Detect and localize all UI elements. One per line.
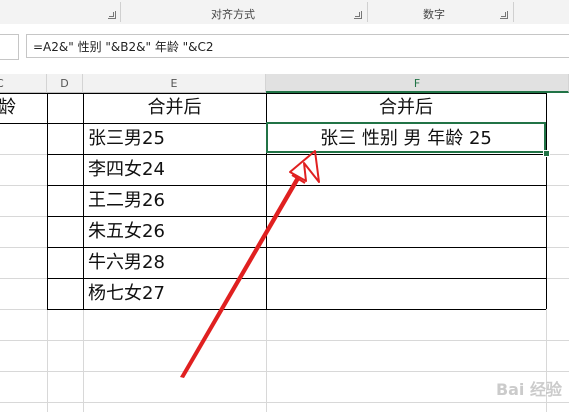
cell-e7[interactable]: 杨七女27 bbox=[88, 279, 165, 309]
header-cell-f[interactable]: 合并后 bbox=[266, 93, 546, 123]
baidu-watermark: Bai 经验 bbox=[468, 352, 568, 408]
watermark-text: Bai 经验 bbox=[495, 380, 562, 399]
alignment-dialog-launcher-icon[interactable] bbox=[354, 11, 362, 19]
number-dialog-launcher-icon[interactable] bbox=[500, 11, 508, 19]
ribbon-group-labels: 对齐方式 数字 bbox=[0, 0, 569, 25]
gridline bbox=[0, 247, 47, 248]
selected-cell-outline bbox=[266, 122, 546, 153]
gridline bbox=[0, 309, 47, 310]
gridline bbox=[546, 278, 569, 279]
gridline bbox=[546, 247, 569, 248]
gridline bbox=[0, 340, 569, 341]
formula-input[interactable]: =A2&" 性别 "&B2&" 年龄 "&C2 bbox=[26, 34, 569, 58]
column-header-label: C bbox=[0, 74, 4, 93]
cell-e5[interactable]: 朱五女26 bbox=[88, 217, 165, 247]
cell-e3[interactable]: 李四女24 bbox=[88, 155, 165, 185]
gridline bbox=[0, 278, 47, 279]
ribbon-separator bbox=[367, 2, 368, 22]
cell-e4[interactable]: 王二男26 bbox=[88, 186, 165, 216]
table-border bbox=[47, 93, 48, 309]
gridline bbox=[0, 216, 47, 217]
gridline bbox=[546, 185, 569, 186]
header-cell-c-partial[interactable]: 龄 bbox=[0, 93, 47, 123]
cell-e2[interactable]: 张三男25 bbox=[88, 124, 165, 154]
gridline bbox=[47, 309, 48, 412]
column-header-e[interactable]: E bbox=[83, 74, 266, 93]
gridline bbox=[83, 309, 84, 412]
ribbon-separator bbox=[120, 2, 121, 22]
font-dialog-launcher-icon[interactable] bbox=[108, 11, 116, 19]
alignment-group-label: 对齐方式 bbox=[211, 8, 255, 21]
formula-bar: fx =A2&" 性别 "&B2&" 年龄 "&C2 bbox=[0, 24, 569, 70]
gridline bbox=[0, 185, 47, 186]
column-header-d[interactable]: D bbox=[47, 74, 83, 93]
header-cell-e[interactable]: 合并后 bbox=[83, 93, 266, 123]
cell-e6[interactable]: 牛六男28 bbox=[88, 248, 165, 278]
column-header-c[interactable]: C bbox=[0, 74, 47, 93]
table-border bbox=[546, 93, 547, 309]
number-group-label: 数字 bbox=[423, 8, 445, 21]
table-border bbox=[83, 93, 84, 309]
fill-handle[interactable] bbox=[543, 150, 550, 157]
column-header-f[interactable]: F bbox=[266, 74, 569, 93]
gridline bbox=[266, 309, 267, 412]
table-border bbox=[47, 309, 546, 310]
name-box-fragment[interactable]: fx bbox=[0, 34, 19, 60]
ribbon-separator bbox=[513, 2, 514, 22]
cell-text: 龄 bbox=[0, 97, 16, 118]
gridline bbox=[546, 216, 569, 217]
gridline bbox=[0, 154, 47, 155]
